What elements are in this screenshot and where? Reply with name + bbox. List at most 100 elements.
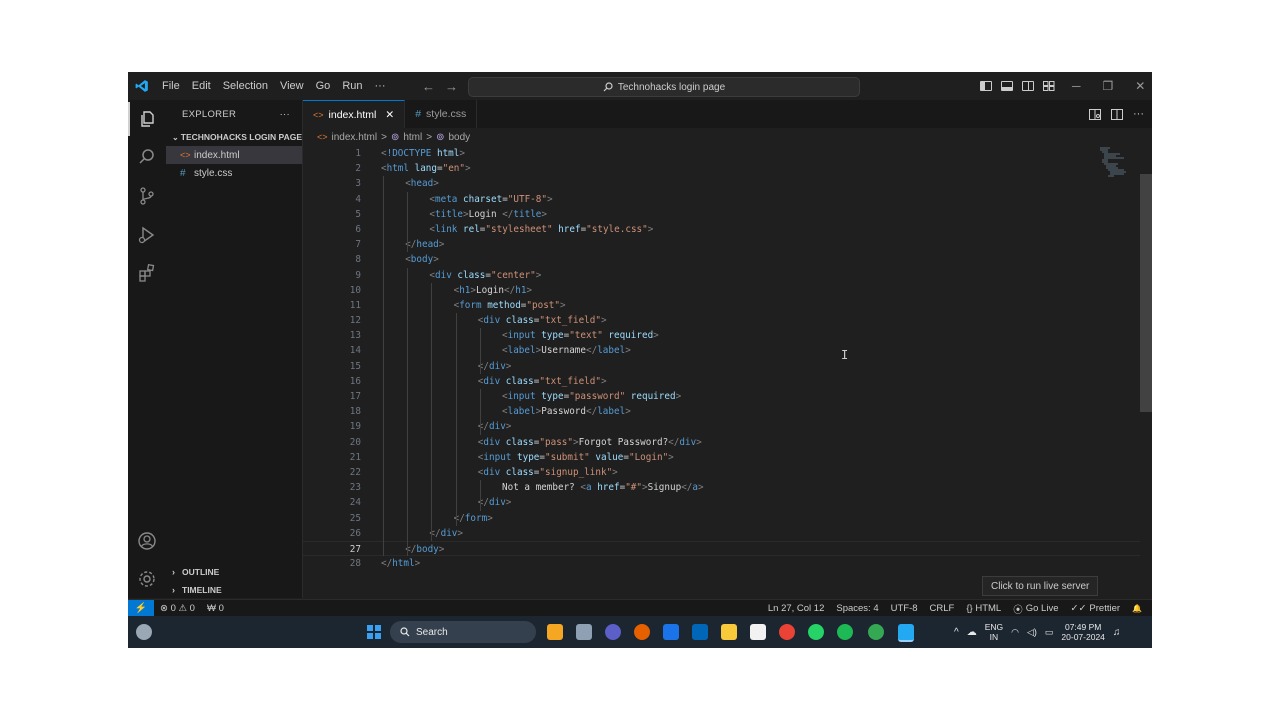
code-line[interactable]: 24 </div> [303, 495, 1152, 510]
source-control-icon[interactable] [128, 179, 166, 213]
tab-style-css[interactable]: # style.css [405, 100, 478, 128]
taskbar-app-file-explorer-icon[interactable] [721, 624, 737, 640]
code-line[interactable]: 26 </div> [303, 526, 1152, 541]
minimap[interactable] [1098, 146, 1134, 180]
code-line[interactable]: 6 <link rel="stylesheet" href="style.css"… [303, 222, 1152, 237]
menu-file[interactable]: File [156, 72, 186, 100]
menu-view[interactable]: View [274, 72, 310, 100]
go-live-button[interactable]: ⦿ Go Live [1007, 602, 1064, 616]
file-row-style-css[interactable]: # style.css [166, 164, 302, 182]
code-line[interactable]: 10 <h1>Login</h1> [303, 283, 1152, 298]
taskbar-app-copilot-icon[interactable] [547, 624, 563, 640]
split-editor-icon[interactable] [1111, 108, 1123, 120]
menu-selection[interactable]: Selection [217, 72, 274, 100]
more-actions-icon[interactable]: ··· [1133, 108, 1144, 120]
taskbar-app-chrome-icon[interactable] [779, 624, 795, 640]
tray-overflow-chevron-icon[interactable]: ^ [954, 627, 959, 638]
menu-go[interactable]: Go [310, 72, 337, 100]
toggle-panel-icon[interactable] [1001, 81, 1013, 91]
code-line[interactable]: 13 <input type="text" required> [303, 328, 1152, 343]
code-line[interactable]: 2 <html lang="en"> [303, 161, 1152, 176]
code-line[interactable]: 18 <label>Password</label> [303, 404, 1152, 419]
ports-indicator[interactable]: ₩ 0 [201, 603, 230, 614]
outline-section[interactable]: › OUTLINE [166, 563, 308, 581]
timeline-section[interactable]: › TIMELINE [166, 581, 308, 599]
tray-app-icon[interactable]: ☁ [967, 627, 977, 638]
minimize-button[interactable]: ─ [1072, 79, 1081, 93]
code-line[interactable]: 4 <meta charset="UTF-8"> [303, 192, 1152, 207]
folder-row[interactable]: ⌄ TECHNOHACKS LOGIN PAGE [166, 128, 302, 146]
breadcrumb-body[interactable]: body [448, 132, 470, 143]
indentation[interactable]: Spaces: 4 [830, 603, 884, 614]
restore-button[interactable]: ❐ [1103, 79, 1114, 93]
windows-start-button[interactable] [367, 625, 381, 639]
language-indicator[interactable]: ENG IN [985, 622, 1003, 642]
taskbar-app-chrome-profile-icon[interactable] [868, 624, 884, 640]
open-preview-icon[interactable] [1089, 108, 1101, 120]
search-icon[interactable] [128, 140, 166, 174]
battery-icon[interactable]: ▭ [1045, 627, 1054, 638]
menu-run[interactable]: Run [336, 72, 368, 100]
notification-bell-icon[interactable]: ♫ [1113, 627, 1121, 638]
code-line[interactable]: 23 Not a member? <a href="#">Signup</a> [303, 480, 1152, 495]
code-line[interactable]: 25 </form> [303, 511, 1152, 526]
taskbar-app-task-view-icon[interactable] [576, 624, 592, 640]
tab-index-html[interactable]: <> index.html ✕ [303, 100, 406, 128]
taskbar-app-store-icon[interactable] [692, 624, 708, 640]
code-line[interactable]: 7 </head> [303, 237, 1152, 252]
weather-widget-icon[interactable] [136, 624, 152, 640]
explorer-icon[interactable] [128, 102, 166, 136]
close-window-button[interactable]: ✕ [1135, 79, 1145, 93]
customize-layout-icon[interactable] [1043, 81, 1055, 91]
taskbar-app-amazon-icon[interactable] [750, 624, 766, 640]
code-line[interactable]: 5 <title>Login </title> [303, 207, 1152, 222]
forward-arrow-icon[interactable]: → [445, 79, 458, 94]
explorer-more-button[interactable]: ··· [280, 109, 290, 120]
taskbar-app-meet-icon[interactable] [605, 624, 621, 640]
toggle-secondary-sidebar-icon[interactable] [1022, 81, 1034, 91]
code-line[interactable]: 19 </div> [303, 419, 1152, 434]
taskbar-app-firefox-icon[interactable] [634, 624, 650, 640]
scrollbar-thumb[interactable] [1140, 174, 1152, 412]
close-tab-icon[interactable]: ✕ [385, 109, 394, 121]
code-line[interactable]: 20 <div class="pass">Forgot Password?</di… [303, 435, 1152, 450]
accounts-icon[interactable] [128, 524, 166, 558]
remote-indicator-button[interactable]: ⚡ [128, 600, 154, 617]
code-line[interactable]: 22 <div class="signup_link"> [303, 465, 1152, 480]
taskbar-app-spotify-icon[interactable] [837, 624, 853, 640]
wifi-icon[interactable]: ◠ [1011, 627, 1019, 638]
code-line[interactable]: 12 <div class="txt_field"> [303, 313, 1152, 328]
command-center-search[interactable]: Technohacks login page [468, 77, 860, 97]
code-line[interactable]: 28 </html> [303, 556, 1152, 571]
encoding[interactable]: UTF-8 [885, 603, 924, 614]
manage-gear-icon[interactable] [128, 562, 166, 596]
code-line[interactable]: 15 </div> [303, 359, 1152, 374]
end-of-line[interactable]: CRLF [924, 603, 961, 614]
cursor-position[interactable]: Ln 27, Col 12 [762, 603, 831, 614]
notifications-bell-icon[interactable]: 🔔 [1126, 604, 1148, 613]
code-line[interactable]: 14 <label>Username</label> [303, 343, 1152, 358]
taskbar-app-mail-icon[interactable] [663, 624, 679, 640]
breadcrumb-html[interactable]: html [403, 132, 422, 143]
language-mode[interactable]: {} HTML [960, 603, 1007, 614]
taskbar-app-whatsapp-icon[interactable] [808, 624, 824, 640]
code-line[interactable]: 11 <form method="post"> [303, 298, 1152, 313]
code-line[interactable]: 17 <input type="password" required> [303, 389, 1152, 404]
clock[interactable]: 07:49 PM 20-07-2024 [1061, 622, 1104, 642]
breadcrumb-file[interactable]: index.html [332, 132, 378, 143]
menu-edit[interactable]: Edit [186, 72, 217, 100]
code-editor[interactable]: 1 <!DOCTYPE html> 2 <html lang="en"> 3 <head>… [303, 146, 1152, 571]
toggle-primary-sidebar-icon[interactable] [980, 81, 992, 91]
prettier-button[interactable]: ✓✓ Prettier [1064, 603, 1126, 614]
code-line[interactable]: 9 <div class="center"> [303, 268, 1152, 283]
file-row-index-html[interactable]: <> index.html [166, 146, 302, 164]
problems-indicator[interactable]: ⊗ 0 ⚠ 0 [154, 603, 201, 614]
taskbar-search-box[interactable]: Search [390, 621, 536, 643]
run-debug-icon[interactable] [128, 218, 166, 252]
code-line[interactable]: 8 <body> [303, 252, 1152, 267]
volume-icon[interactable]: ◁) [1027, 627, 1037, 638]
taskbar-app-vscode-icon[interactable] [898, 624, 914, 642]
code-line[interactable]: 16 <div class="txt_field"> [303, 374, 1152, 389]
code-line[interactable]: 21 <input type="submit" value="Login"> [303, 450, 1152, 465]
back-arrow-icon[interactable]: ← [422, 79, 435, 94]
